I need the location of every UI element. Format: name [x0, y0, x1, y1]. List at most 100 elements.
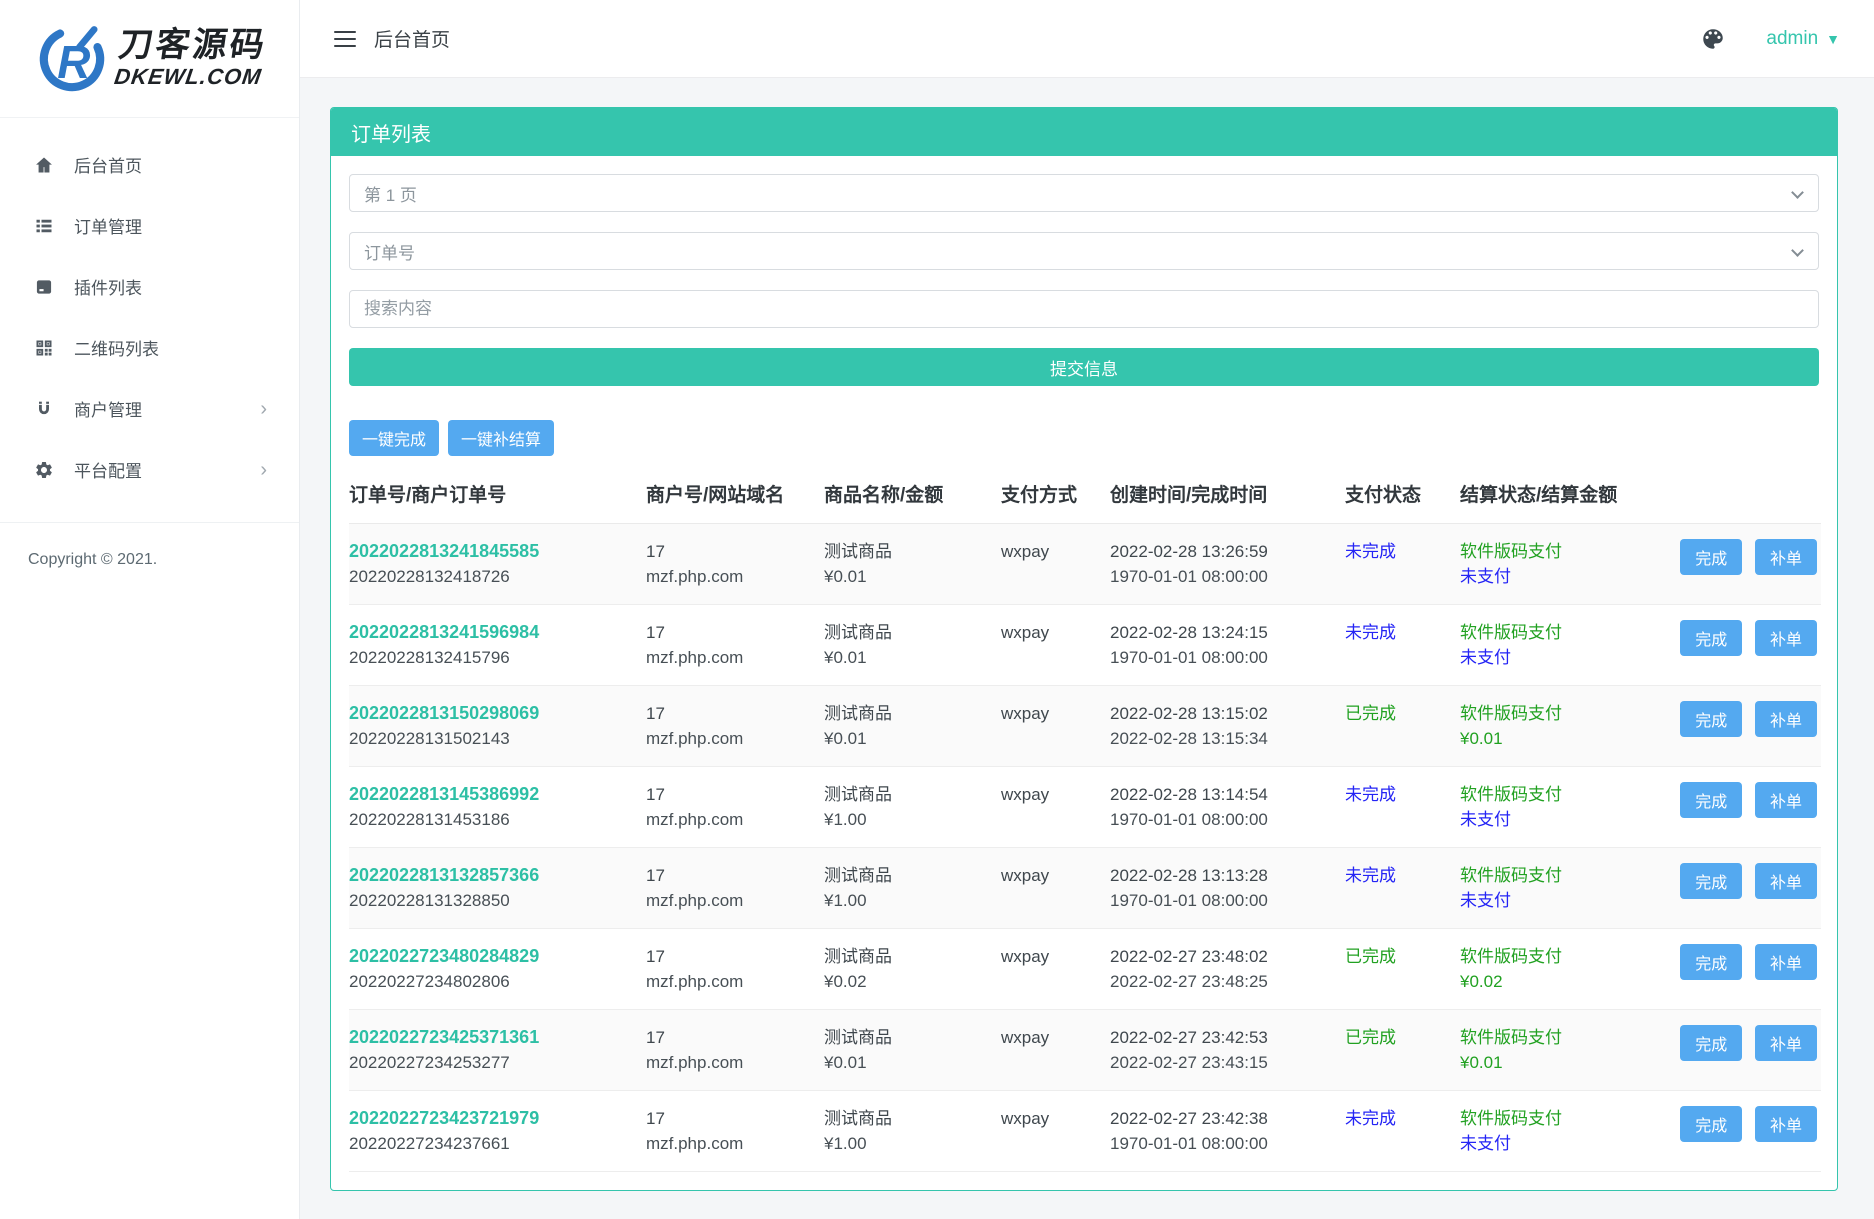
row-complete-button[interactable]: 完成 [1680, 1025, 1742, 1061]
settle-channel: 软件版码支付 [1460, 1106, 1659, 1131]
product-amount: ¥0.01 [824, 726, 993, 751]
row-reissue-button[interactable]: 补单 [1755, 782, 1817, 818]
order-no-link[interactable]: 2022022813150298069 [349, 703, 539, 723]
search-input[interactable] [349, 290, 1819, 328]
merchant-id: 17 [646, 620, 816, 645]
pay-method: wxpay [1001, 620, 1102, 645]
sidebar-item-label: 订单管理 [74, 213, 142, 238]
product-amount: ¥1.00 [824, 888, 993, 913]
row-complete-button[interactable]: 完成 [1680, 539, 1742, 575]
complete-all-button[interactable]: 一键完成 [349, 420, 439, 456]
finished-time: 2022-02-27 23:43:15 [1110, 1050, 1337, 1075]
row-complete-button[interactable]: 完成 [1680, 701, 1742, 737]
username: admin [1766, 28, 1818, 50]
pay-method: wxpay [1001, 1106, 1102, 1131]
order-row: 2022022813241596984 20220228132415796 17… [349, 605, 1821, 686]
product-amount: ¥0.01 [824, 1050, 993, 1075]
order-no-link[interactable]: 2022022813241596984 [349, 622, 539, 642]
created-time: 2022-02-28 13:14:54 [1110, 782, 1337, 807]
sidebar-item-orders[interactable]: 订单管理 [0, 195, 299, 256]
merchant-order-no: 20220227234237661 [349, 1131, 638, 1156]
col-merchant: 商户号/网站域名 [646, 462, 824, 524]
user-dropdown[interactable]: admin ▼ [1766, 28, 1840, 50]
finished-time: 2022-02-27 23:48:25 [1110, 969, 1337, 994]
site-domain: mzf.php.com [646, 1131, 816, 1156]
sidebar-item-dashboard[interactable]: 后台首页 [0, 134, 299, 195]
row-complete-button[interactable]: 完成 [1680, 863, 1742, 899]
col-settle: 结算状态/结算金额 [1460, 462, 1667, 524]
created-time: 2022-02-27 23:42:53 [1110, 1025, 1337, 1050]
order-no-link[interactable]: 2022022813241845585 [349, 541, 539, 561]
pay-status: 未完成 [1345, 863, 1452, 888]
chevron-down-icon [1791, 186, 1804, 199]
product-amount: ¥0.01 [824, 645, 993, 670]
copyright-text: Copyright © 2021. [0, 523, 299, 597]
merchant-order-no: 20220227234802806 [349, 969, 638, 994]
page-select[interactable]: 第 1 页 [349, 174, 1819, 212]
submit-button[interactable]: 提交信息 [349, 348, 1819, 386]
order-no-link[interactable]: 2022022723425371361 [349, 1027, 539, 1047]
merchant-id: 17 [646, 944, 816, 969]
panel-title: 订单列表 [331, 108, 1837, 156]
main-content: 订单列表 第 1 页 订单号 提交信息 一键完成 一键补结算 [300, 78, 1874, 1219]
order-no-link[interactable]: 2022022723480284829 [349, 946, 539, 966]
order-row: 2022022813150298069 20220228131502143 17… [349, 686, 1821, 767]
finished-time: 1970-01-01 08:00:00 [1110, 1131, 1337, 1156]
row-complete-button[interactable]: 完成 [1680, 782, 1742, 818]
col-product: 商品名称/金额 [824, 462, 1001, 524]
sidebar-menu: 后台首页 订单管理 插件列表 二维码列表 [0, 118, 299, 500]
row-reissue-button[interactable]: 补单 [1755, 1025, 1817, 1061]
row-reissue-button[interactable]: 补单 [1755, 539, 1817, 575]
palette-icon [1700, 26, 1726, 52]
theme-palette-button[interactable] [1700, 26, 1726, 52]
settle-channel: 软件版码支付 [1460, 863, 1659, 888]
order-row: 2022022813145386992 20220228131453186 17… [349, 767, 1821, 848]
row-reissue-button[interactable]: 补单 [1755, 620, 1817, 656]
merchant-id: 17 [646, 539, 816, 564]
site-domain: mzf.php.com [646, 726, 816, 751]
site-domain: mzf.php.com [646, 645, 816, 670]
order-no-link[interactable]: 2022022813132857366 [349, 865, 539, 885]
merchant-order-no: 20220228132418726 [349, 564, 638, 589]
row-complete-button[interactable]: 完成 [1680, 944, 1742, 980]
row-reissue-button[interactable]: 补单 [1755, 863, 1817, 899]
col-pay-status: 支付状态 [1345, 462, 1460, 524]
row-reissue-button[interactable]: 补单 [1755, 701, 1817, 737]
col-order-no: 订单号/商户订单号 [349, 462, 646, 524]
row-reissue-button[interactable]: 补单 [1755, 944, 1817, 980]
hamburger-menu-icon[interactable] [334, 31, 356, 47]
row-reissue-button[interactable]: 补单 [1755, 1106, 1817, 1142]
pay-status: 已完成 [1345, 701, 1452, 726]
pay-method: wxpay [1001, 539, 1102, 564]
search-field-select[interactable]: 订单号 [349, 232, 1819, 270]
row-complete-button[interactable]: 完成 [1680, 1106, 1742, 1142]
created-time: 2022-02-28 13:26:59 [1110, 539, 1337, 564]
sidebar-item-label: 二维码列表 [74, 335, 159, 360]
product-name: 测试商品 [824, 1025, 993, 1050]
merchant-order-no: 20220228132415796 [349, 645, 638, 670]
row-complete-button[interactable]: 完成 [1680, 620, 1742, 656]
resettle-all-button[interactable]: 一键补结算 [448, 420, 554, 456]
sidebar-item-plugins[interactable]: 插件列表 [0, 256, 299, 317]
table-header-row: 订单号/商户订单号 商户号/网站域名 商品名称/金额 支付方式 创建时间/完成时… [349, 462, 1821, 524]
topbar: 后台首页 admin ▼ [300, 0, 1874, 78]
chevron-right-icon: › [260, 460, 267, 480]
pay-method: wxpay [1001, 701, 1102, 726]
gear-icon [34, 460, 54, 480]
sidebar-item-qrcodes[interactable]: 二维码列表 [0, 317, 299, 378]
merchant-order-no: 20220227234253277 [349, 1050, 638, 1075]
order-no-link[interactable]: 2022022813145386992 [349, 784, 539, 804]
pay-method: wxpay [1001, 944, 1102, 969]
merchant-id: 17 [646, 782, 816, 807]
product-amount: ¥0.02 [824, 969, 993, 994]
sidebar-item-platform-config[interactable]: 平台配置 › [0, 439, 299, 500]
sidebar-item-merchants[interactable]: 商户管理 › [0, 378, 299, 439]
settle-channel: 软件版码支付 [1460, 539, 1659, 564]
brand-name: 刀客源码 [116, 28, 269, 64]
site-domain: mzf.php.com [646, 888, 816, 913]
order-no-link[interactable]: 2022022723423721979 [349, 1108, 539, 1128]
finished-time: 1970-01-01 08:00:00 [1110, 888, 1337, 913]
pay-method: wxpay [1001, 1025, 1102, 1050]
search-field-value: 订单号 [364, 239, 415, 264]
created-time: 2022-02-27 23:48:02 [1110, 944, 1337, 969]
